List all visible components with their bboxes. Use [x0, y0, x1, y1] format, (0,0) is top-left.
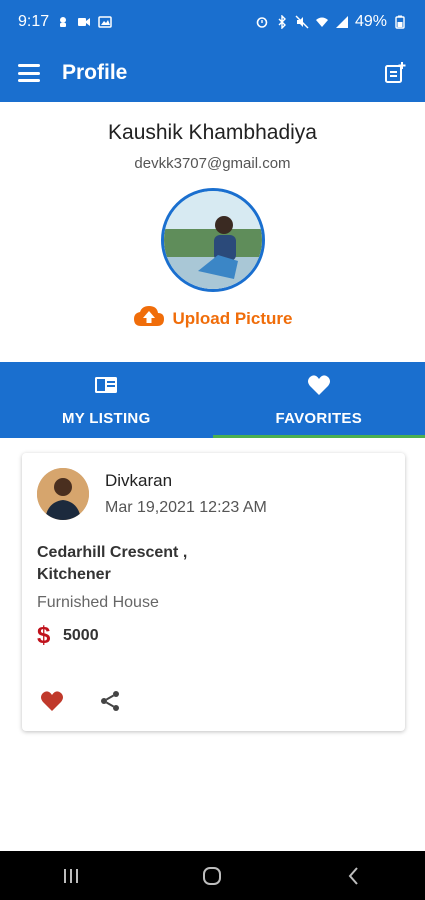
- mute-icon: [295, 15, 309, 29]
- listing-icon: [94, 374, 118, 401]
- tab-favorites-label: FAVORITES: [275, 409, 363, 427]
- owner-photo: [37, 468, 89, 520]
- system-nav-bar: [0, 851, 425, 900]
- home-icon[interactable]: [192, 856, 232, 896]
- tab-bar: MY LISTING FAVORITES: [0, 362, 425, 438]
- recent-apps-icon[interactable]: [51, 856, 91, 896]
- status-time: 9:17: [18, 13, 50, 30]
- bluetooth-icon: [275, 15, 289, 29]
- owner-name: Divkaran: [105, 471, 173, 490]
- page-title: Profile: [62, 61, 128, 84]
- listing-date: Mar 19,2021 12:23 AM: [105, 499, 267, 516]
- profile-photo: [163, 191, 262, 289]
- notification-icon: [56, 16, 70, 28]
- status-left: 9:17: [18, 13, 112, 31]
- wifi-icon: [315, 16, 329, 28]
- heart-icon: [307, 374, 331, 401]
- profile-email: devkk3707@gmail.com: [134, 155, 291, 172]
- favorite-heart-icon[interactable]: [40, 689, 64, 713]
- tab-my-listing-label: MY LISTING: [61, 409, 151, 427]
- profile-avatar[interactable]: [160, 188, 265, 292]
- listing-card[interactable]: Divkaran Mar 19,2021 12:23 AM Cedarhill …: [22, 453, 405, 731]
- profile-name: Kaushik Khambhadiya: [108, 121, 317, 144]
- gallery-icon: [98, 16, 112, 28]
- battery-percent: 49%: [354, 13, 387, 30]
- app-bar: Profile: [0, 44, 425, 102]
- hamburger-icon[interactable]: [18, 64, 40, 82]
- status-bar: 9:17 49%: [0, 0, 425, 44]
- add-note-icon[interactable]: [383, 61, 407, 85]
- alarm-icon: [255, 16, 269, 28]
- status-right: 49%: [255, 13, 407, 31]
- battery-icon: [393, 15, 407, 29]
- upload-picture-label: Upload Picture: [172, 308, 293, 328]
- avatar: [37, 468, 89, 520]
- back-icon[interactable]: [334, 856, 374, 896]
- upload-picture-button[interactable]: Upload Picture: [133, 304, 293, 333]
- listing-owner: Divkaran Mar 19,2021 12:23 AM: [22, 453, 405, 520]
- listing-price: 5000: [63, 627, 99, 644]
- tab-my-listing[interactable]: MY LISTING: [0, 362, 213, 438]
- price-row: $ 5000: [37, 622, 390, 650]
- cloud-upload-icon: [133, 304, 165, 333]
- listing-address: Cedarhill Crescent , Kitchener: [37, 544, 188, 583]
- card-actions: [40, 689, 122, 713]
- profile-header: Kaushik Khambhadiya devkk3707@gmail.com …: [0, 102, 425, 362]
- signal-icon: [335, 16, 349, 28]
- share-icon[interactable]: [98, 689, 122, 713]
- dollar-icon: $: [37, 622, 51, 649]
- listing-type: Furnished House: [37, 594, 159, 611]
- video-icon: [77, 16, 91, 28]
- tab-favorites[interactable]: FAVORITES: [212, 362, 425, 438]
